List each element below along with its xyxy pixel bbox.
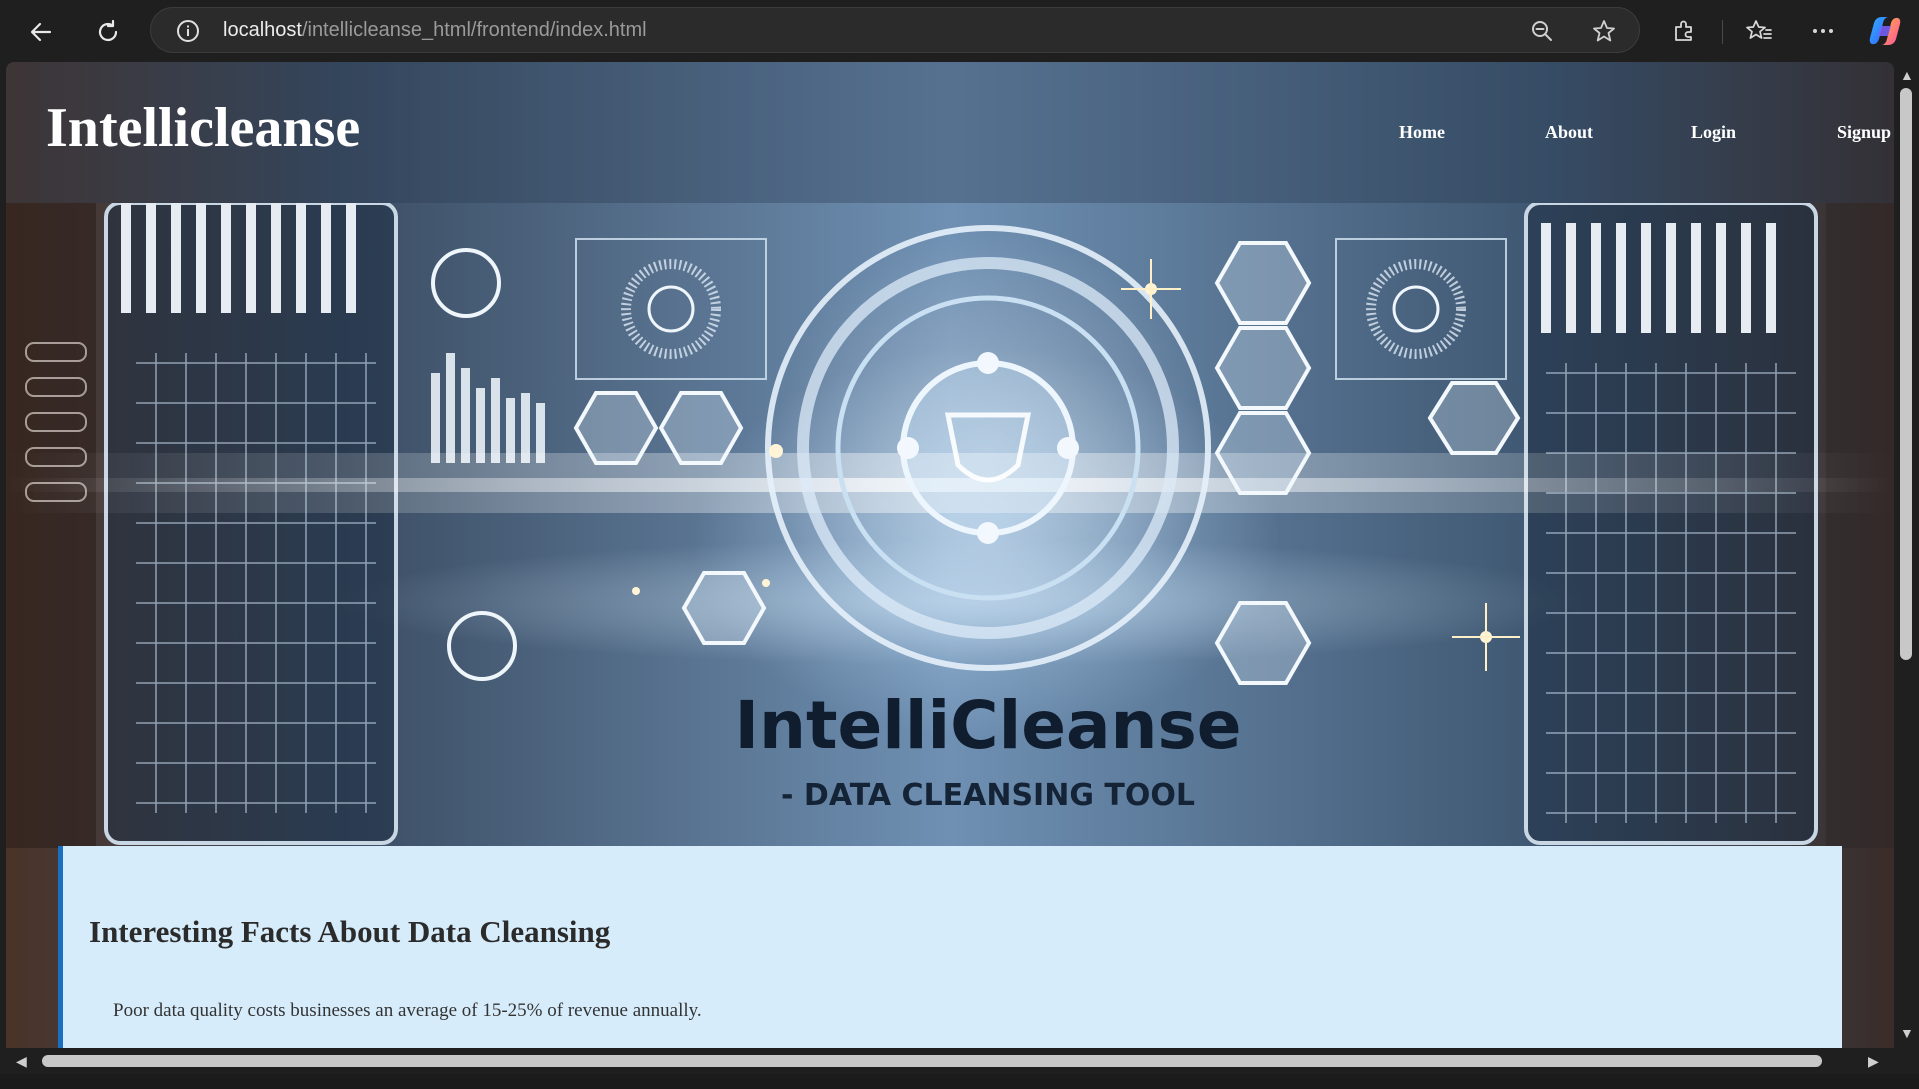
- star-icon[interactable]: [1591, 18, 1617, 44]
- hero-brand-text: IntelliCleanse: [734, 687, 1241, 764]
- nav-link-signup[interactable]: Signup: [1837, 122, 1891, 143]
- right-server-panel: [1524, 203, 1818, 845]
- refresh-button[interactable]: [88, 12, 128, 52]
- page-viewport: IntelliCleanse - DATA CLEANSING TOOL Int…: [6, 62, 1894, 1048]
- refresh-icon: [98, 19, 118, 42]
- facts-section: Interesting Facts About Data Cleansing P…: [58, 846, 1842, 1048]
- more-icon[interactable]: [1810, 18, 1836, 44]
- site-header: Intellicleanse Home About Login Signup: [6, 62, 1894, 203]
- scroll-down-arrow-icon[interactable]: ▼: [1900, 1026, 1914, 1040]
- left-server-panel: [104, 203, 398, 845]
- nav-link-home[interactable]: Home: [1399, 122, 1445, 143]
- horizontal-scrollbar[interactable]: ◀ ▶: [6, 1048, 1894, 1074]
- info-icon[interactable]: [175, 18, 201, 44]
- fact-item: Poor data quality costs businesses an av…: [113, 1000, 702, 1021]
- site-logo[interactable]: Intellicleanse: [46, 96, 360, 160]
- facts-title: Interesting Facts About Data Cleansing: [89, 914, 611, 949]
- zoom-out-icon[interactable]: [1529, 18, 1555, 44]
- puzzle-icon[interactable]: [1671, 18, 1697, 44]
- vertical-scrollbar[interactable]: ▲ ▼: [1894, 62, 1919, 1048]
- scroll-right-arrow-icon[interactable]: ▶: [1868, 1054, 1879, 1068]
- favorites-icon[interactable]: [1745, 18, 1773, 44]
- url-host: localhost: [223, 18, 302, 41]
- back-arrow-icon: [30, 22, 52, 42]
- nav-link-login[interactable]: Login: [1691, 122, 1736, 143]
- hero-tagline-text: - DATA CLEANSING TOOL: [781, 778, 1195, 813]
- bottom-strip: [0, 1074, 1919, 1089]
- browser-toolbar: localhost/intellicleanse_html/frontend/i…: [0, 0, 1919, 62]
- horizontal-scroll-thumb[interactable]: [42, 1055, 1822, 1067]
- address-bar[interactable]: localhost/intellicleanse_html/frontend/i…: [150, 7, 1640, 53]
- url-path: /intellicleanse_html/frontend/index.html: [301, 18, 647, 41]
- vertical-scroll-thumb[interactable]: [1900, 88, 1912, 660]
- hero-image: IntelliCleanse - DATA CLEANSING TOOL: [6, 203, 1894, 848]
- scroll-left-arrow-icon[interactable]: ◀: [16, 1054, 27, 1068]
- copilot-icon[interactable]: [1868, 14, 1902, 48]
- scroll-up-arrow-icon[interactable]: ▲: [1900, 68, 1914, 82]
- url-text[interactable]: localhost/intellicleanse_html/frontend/i…: [223, 19, 647, 42]
- toolbar-divider: [1722, 20, 1723, 44]
- nav-link-about[interactable]: About: [1545, 122, 1593, 143]
- back-button[interactable]: [21, 12, 61, 52]
